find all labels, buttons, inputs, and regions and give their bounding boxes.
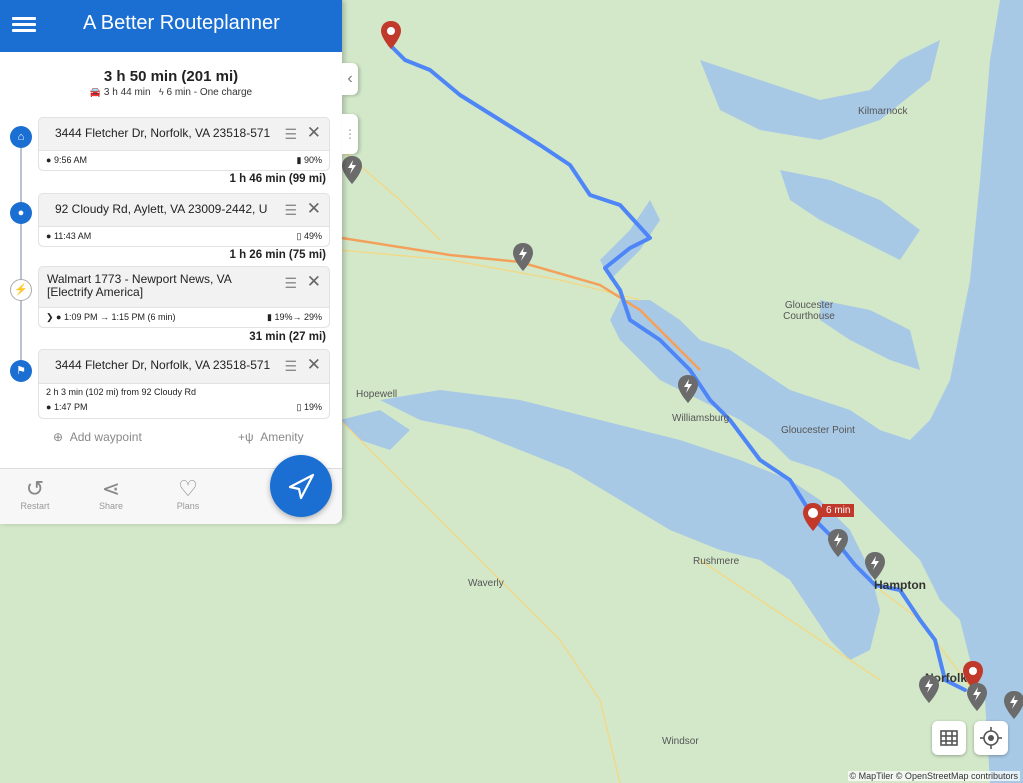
stop-card-waypoint[interactable]: 92 Cloudy Rd, Aylett, VA 23009-2442, U ☰… (38, 193, 330, 247)
route-total: 3 h 50 min (201 mi) (103, 68, 239, 85)
stop-time: ● 9:56 AM (46, 155, 87, 165)
charger-marker-icon[interactable] (966, 682, 988, 712)
share-button[interactable]: ⋖ Share (86, 476, 136, 512)
charger-marker-icon[interactable] (1003, 690, 1023, 720)
charger-marker-icon[interactable] (827, 528, 849, 558)
map-attribution[interactable]: © MapTiler © OpenStreetMap contributors (847, 771, 1020, 781)
close-icon[interactable]: ✕ (307, 272, 321, 292)
my-location-button[interactable] (974, 721, 1008, 755)
settings-sliders-icon[interactable]: ☰ (284, 126, 297, 143)
stop-address[interactable]: 3444 Fletcher Dr, Norfolk, VA 23518-571 (55, 126, 275, 140)
charge-summary: 6 min - One charge (166, 87, 253, 98)
car-icon: 🚘 (89, 87, 102, 97)
map-label-gloucester-point: Gloucester Point (781, 425, 855, 436)
stop-soc: ▯ 19% (296, 402, 322, 412)
map-layers-button[interactable] (932, 721, 966, 755)
charger-icon: ⚡ (10, 279, 32, 301)
route-panel: A Better Routeplanner 3 h 50 min (201 mi… (0, 0, 342, 524)
charger-marker-icon[interactable] (677, 374, 699, 404)
add-pin-icon: ⊕ (53, 430, 64, 444)
heart-icon: ♡ (178, 476, 198, 501)
settings-sliders-icon[interactable]: ☰ (284, 275, 297, 292)
stop-soc: ▮ 90% (296, 155, 322, 165)
navigate-button[interactable] (270, 455, 332, 517)
stop-time: ● 1:47 PM (46, 402, 88, 412)
app-title: A Better Routeplanner (83, 12, 280, 34)
stop-soc: ▯ 49% (296, 231, 322, 241)
leg-duration: 31 min (27 mi) (249, 331, 326, 343)
map-label-rushmere: Rushmere (693, 556, 740, 567)
charger-marker-icon[interactable] (918, 674, 940, 704)
crosshair-icon (980, 727, 1002, 749)
amenity-button[interactable]: +ψ Amenity (238, 430, 304, 444)
map-label-windsor: Windsor (662, 736, 699, 747)
grid-icon (940, 730, 958, 746)
stop-card-destination[interactable]: 3444 Fletcher Dr, Norfolk, VA 23518-571 … (38, 349, 330, 419)
charger-marker-icon[interactable] (864, 551, 886, 581)
close-icon[interactable]: ✕ (307, 355, 321, 375)
route-summary: 3 h 50 min (201 mi) 🚘 3 h 44 min ϟ 6 min… (0, 68, 342, 98)
home-icon: ⌂ (10, 126, 32, 148)
close-icon[interactable]: ✕ (307, 123, 321, 143)
leg-duration: 1 h 46 min (99 mi) (229, 173, 326, 185)
stop-card-charger[interactable]: Walmart 1773 - Newport News, VA [Electri… (38, 266, 330, 328)
lightning-icon: ϟ (158, 87, 164, 97)
share-icon: ⋖ (101, 476, 121, 501)
hamburger-menu-icon[interactable] (12, 14, 36, 36)
stop-card-start[interactable]: 3444 Fletcher Dr, Norfolk, VA 23518-571 … (38, 117, 330, 171)
timeline-line (20, 136, 22, 371)
charger-marker-icon[interactable] (512, 242, 534, 272)
charge-stop-marker-icon[interactable] (802, 502, 824, 532)
stop-address[interactable]: Walmart 1773 - Newport News, VA [Electri… (47, 273, 252, 299)
plans-button[interactable]: ♡ Plans (163, 476, 213, 512)
stop-soc: ▮ 19%→ 29% (267, 312, 322, 322)
map-label-gloucester-courthouse: Gloucester Courthouse (783, 300, 835, 322)
fork-knife-icon: +ψ (238, 430, 254, 444)
map-label-kilmarnock: Kilmarnock (858, 106, 908, 117)
leg-duration: 1 h 26 min (75 mi) (229, 249, 326, 261)
close-icon[interactable]: ✕ (307, 199, 321, 219)
charger-marker-icon[interactable] (341, 155, 363, 185)
drive-time: 3 h 44 min (103, 87, 151, 98)
map-label-hopewell: Hopewell (356, 389, 398, 400)
navigation-arrow-icon (288, 473, 315, 500)
collapse-panel-button[interactable]: ‹ (342, 63, 358, 95)
stop-address[interactable]: 3444 Fletcher Dr, Norfolk, VA 23518-571 (55, 358, 275, 372)
map-label-waverly: Waverly (468, 578, 504, 589)
map-label-williamsburg: Williamsburg (672, 413, 730, 424)
charge-duration-badge: 6 min (822, 504, 855, 517)
stop-address[interactable]: 92 Cloudy Rd, Aylett, VA 23009-2442, U (55, 202, 275, 216)
stop-note: 2 h 3 min (102 mi) from 92 Cloudy Rd (46, 387, 197, 397)
location-pin-icon: ● (10, 202, 32, 224)
drag-handle-icon[interactable]: ⋮ (342, 114, 358, 154)
start-pin-icon[interactable] (380, 20, 402, 50)
add-waypoint-button[interactable]: ⊕ Add waypoint (53, 430, 142, 444)
settings-sliders-icon[interactable]: ☰ (284, 358, 297, 375)
settings-sliders-icon[interactable]: ☰ (284, 202, 297, 219)
flag-icon: ⚑ (10, 360, 32, 382)
restart-icon: ↺ (25, 476, 45, 501)
stop-time: ● 11:43 AM (46, 231, 92, 241)
stop-time[interactable]: ❯ ● 1:09 PM → 1:15 PM (6 min) (46, 312, 176, 323)
app-header: A Better Routeplanner (0, 0, 342, 52)
restart-button[interactable]: ↺ Restart (10, 476, 60, 512)
route-subtotals: 🚘 3 h 44 min ϟ 6 min - One charge (0, 87, 342, 98)
